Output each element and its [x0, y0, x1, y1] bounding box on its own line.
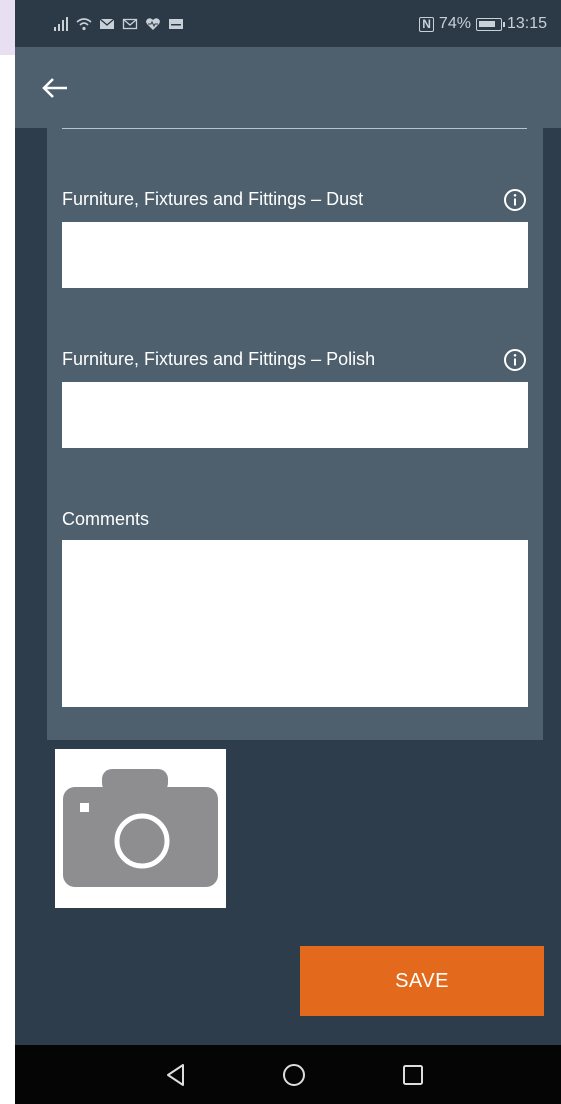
- info-icon[interactable]: [503, 188, 527, 212]
- square-recents-icon[interactable]: [399, 1061, 427, 1089]
- wifi-icon: [76, 18, 92, 31]
- battery-icon: [475, 17, 505, 31]
- status-bar: N 74% 13:15: [15, 0, 561, 47]
- gmail-icon: [122, 18, 138, 30]
- info-icon[interactable]: [503, 348, 527, 372]
- camera-icon: [63, 769, 218, 887]
- arrow-left-icon[interactable]: [39, 73, 71, 103]
- margin-tint: [0, 0, 15, 55]
- comments-textarea[interactable]: [62, 540, 528, 707]
- phone-screen: N 74% 13:15 Furniture, Fixtures and Fitt…: [15, 0, 561, 1104]
- signal-icon: [54, 17, 68, 31]
- system-nav-bar: [15, 1045, 561, 1104]
- dust-field-label: Furniture, Fixtures and Fittings – Dust: [62, 189, 364, 209]
- circle-home-icon[interactable]: [280, 1061, 308, 1089]
- divider: [62, 128, 527, 129]
- status-icons-left: [53, 14, 184, 34]
- health-heart-icon: [146, 18, 160, 30]
- polish-input[interactable]: [62, 382, 528, 448]
- status-icons-right: N 74% 13:15: [419, 14, 547, 34]
- clock: 13:15: [506, 15, 547, 32]
- screenshot-margin: [0, 0, 15, 1104]
- form-panel: Furniture, Fixtures and Fittings – Dust …: [47, 128, 543, 740]
- nfc-icon: N: [419, 16, 434, 32]
- polish-field-label: Furniture, Fixtures and Fittings – Polis…: [62, 349, 376, 369]
- comments-label: Comments: [62, 509, 150, 529]
- mail-icon: [99, 18, 115, 29]
- save-button[interactable]: SAVE: [300, 946, 544, 1016]
- battery-percent: 74%: [438, 15, 471, 32]
- news-app-icon: [169, 19, 183, 29]
- dust-input[interactable]: [62, 222, 528, 288]
- triangle-back-icon[interactable]: [162, 1061, 190, 1089]
- add-photo-button[interactable]: [55, 749, 226, 908]
- app-bar: [15, 47, 561, 128]
